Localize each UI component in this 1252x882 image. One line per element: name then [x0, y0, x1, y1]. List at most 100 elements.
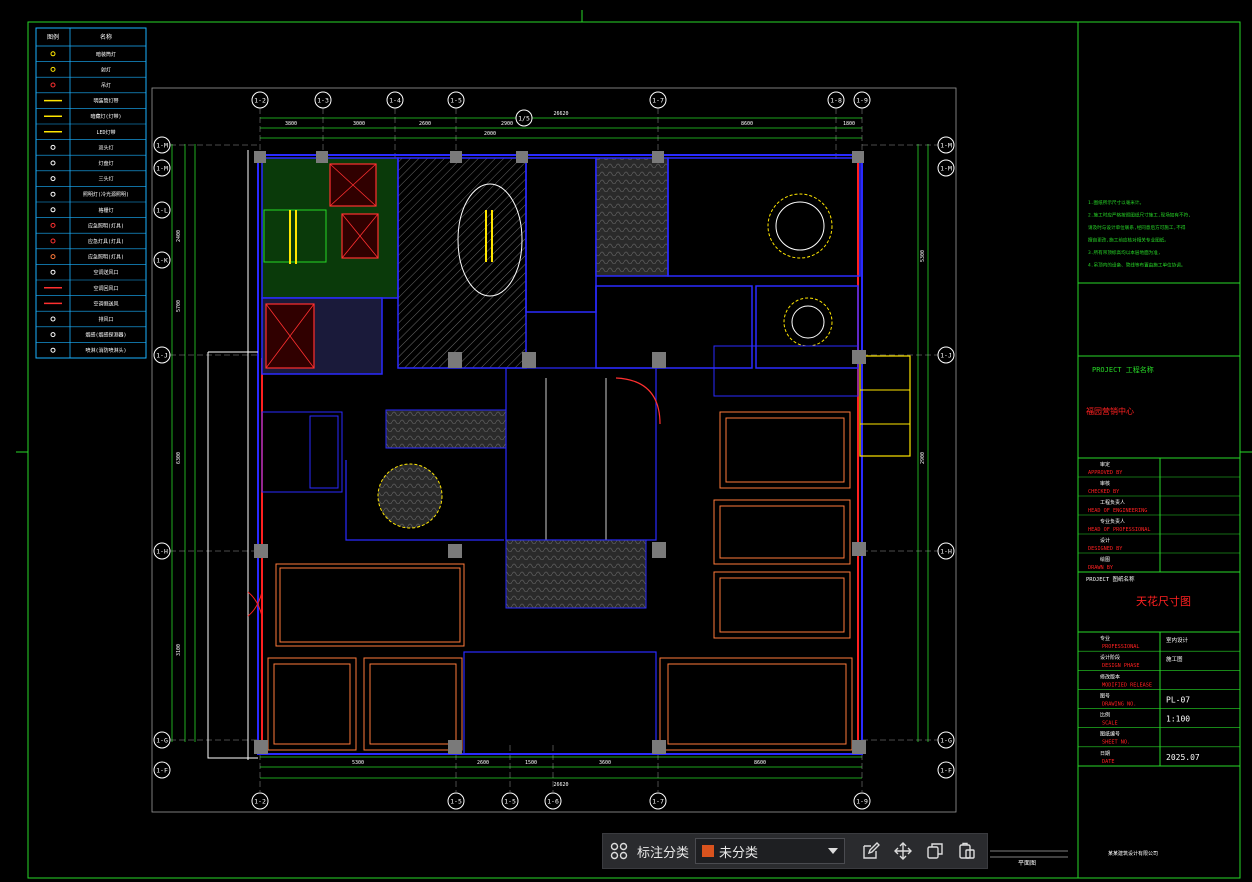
- sign-label-cn: 绘图: [1100, 556, 1110, 563]
- drawing-label: PROJECT 图纸名称: [1086, 575, 1135, 583]
- legend-row-label: 烟感(烟感探测器): [85, 332, 126, 339]
- annotation-toolbar: 标注分类 未分类: [602, 833, 988, 869]
- grid-axis-label: 1-M: [940, 165, 952, 173]
- design-note: 4.吊顶内的设备、管线等布置由施工单位协调。: [1088, 262, 1185, 269]
- info-value: 2025.07: [1166, 753, 1200, 762]
- grid-axis-label: 1-4: [389, 97, 401, 105]
- dimension-label: 1800: [843, 121, 855, 127]
- sign-label-cn: 审定: [1100, 461, 1110, 468]
- grid-axis-label: 1-F: [940, 767, 952, 775]
- info-label-cn: 图号: [1100, 693, 1110, 699]
- legend-row-label: 排风口: [98, 316, 113, 323]
- grid-view-icon[interactable]: [603, 835, 635, 867]
- sign-label-en: APPROVED BY: [1088, 470, 1123, 476]
- category-select[interactable]: 未分类: [695, 838, 846, 864]
- legend-row-label: 应急照明(灯具): [88, 222, 124, 229]
- dimension-label: 5300: [352, 760, 364, 766]
- legend-row-label: 格栅灯: [98, 207, 113, 214]
- dimension-label: 2000: [484, 131, 496, 137]
- bottom-note: 平面图: [1018, 860, 1036, 867]
- legend-row-label: LED灯带: [96, 129, 115, 136]
- grid-axis-label: 1-7: [652, 97, 664, 105]
- sign-label-en: CHECKED BY: [1088, 489, 1120, 495]
- category-color-swatch: [702, 845, 715, 857]
- info-value: PL-07: [1166, 695, 1190, 704]
- title-footer: 某某建筑设计有限公司: [1108, 850, 1158, 857]
- sign-label-en: DESIGNED BY: [1088, 546, 1123, 552]
- legend-row-label: 空调侧送风: [93, 300, 118, 307]
- category-selected-value: 未分类: [719, 845, 759, 861]
- sign-label-cn: 审核: [1100, 480, 1110, 487]
- info-label-cn: 图纸编号: [1100, 731, 1120, 738]
- info-value: 室内设计: [1166, 636, 1189, 644]
- info-label-en: SHEET NO.: [1102, 740, 1130, 746]
- dimension-label: 1500: [525, 760, 537, 766]
- sign-label-cn: 工程负责人: [1100, 499, 1125, 506]
- dimension-label: 3100: [176, 644, 182, 656]
- sign-label-en: HEAD OF ENGINEERING: [1088, 508, 1147, 514]
- move-icon[interactable]: [887, 835, 919, 867]
- design-note: 2.施工时应严格按照图纸尺寸施工,现场如有不符,: [1088, 212, 1191, 219]
- project-name: 福园营销中心: [1086, 406, 1134, 416]
- dimension-label: 2600: [419, 121, 431, 127]
- grid-axis-label: 1-H: [940, 548, 952, 556]
- chevron-down-icon: [828, 848, 839, 854]
- edit-icon[interactable]: [855, 835, 887, 867]
- sign-label-en: DRAWN BY: [1088, 565, 1114, 571]
- dimension-label: 5700: [176, 300, 182, 312]
- dimension-label: 2900: [501, 121, 513, 127]
- legend-row-label: 灯盘灯: [98, 160, 113, 167]
- legend-row-label: 应急灯具(灯具): [88, 238, 124, 245]
- dimension-label: 6300: [176, 452, 182, 464]
- info-label-en: SCALE: [1102, 721, 1118, 727]
- grid-axis-label: 1-J: [156, 352, 168, 360]
- legend-row-label: 空调送风口: [93, 269, 118, 276]
- grid-axis-label: 1-M: [156, 165, 168, 173]
- info-value: 1:100: [1166, 715, 1190, 724]
- info-label-en: PROFESSIONAL: [1102, 644, 1139, 650]
- sign-label-en: HEAD OF PROFESSIONAL: [1088, 527, 1150, 533]
- project-label: PROJECT 工程名称: [1092, 365, 1154, 374]
- legend-row-label: 暗装筒灯: [96, 51, 116, 58]
- design-note: 1.图纸所示尺寸以毫米计。: [1088, 199, 1144, 206]
- grid-axis-label: 1-5: [450, 798, 462, 806]
- dimension-label: 3600: [599, 760, 611, 766]
- dimension-label: 26620: [553, 782, 568, 788]
- dimension-label: 26620: [553, 111, 568, 117]
- grid-axis-label: 1-L: [156, 207, 168, 215]
- grid-axis-label: 1-J: [940, 352, 952, 360]
- grid-axis-label: 1-F: [156, 767, 168, 775]
- legend-row-label: 空调回风口: [93, 285, 118, 292]
- grid-axis-label: 1-5: [504, 798, 516, 806]
- dimension-label: 3000: [353, 121, 365, 127]
- grid-axis-label: 1-5: [450, 97, 462, 105]
- design-note: 擅自更改,施工前应核对相关专业图纸。: [1088, 237, 1169, 244]
- legend-row-label: 照明灯(冷光源照明): [83, 191, 129, 198]
- grid-axis-label: 1/5: [518, 115, 530, 123]
- grid-axis-label: 1-M: [940, 142, 952, 150]
- floor-plan: 26620 3800 3000 2600 2900 8600 1800 2000 5300 260…: [153, 91, 955, 810]
- copy-icon[interactable]: [919, 835, 951, 867]
- grid-axis-label: 1-8: [830, 97, 842, 105]
- drawing-canvas[interactable]: 图例 名称 暗装筒灯射灯吊灯明装筒灯带暗藏灯(灯带) LED灯带双头灯灯盘灯三头灯…: [0, 0, 1252, 882]
- grid-axis-label: 1-G: [940, 737, 952, 745]
- info-label-cn: 日期: [1100, 751, 1110, 757]
- grid-axis-label: 1-K: [156, 257, 168, 265]
- sign-label-cn: 设计: [1100, 537, 1110, 544]
- grid-axis-label: 1-3: [317, 97, 329, 105]
- legend-row-label: 射灯: [101, 66, 111, 73]
- grid-axis-label: 1-H: [156, 548, 168, 556]
- grid-axis-label: 1-6: [547, 798, 559, 806]
- drawing-name: 天花尺寸图: [1136, 594, 1191, 608]
- legend-table: 图例 名称 暗装筒灯射灯吊灯明装筒灯带暗藏灯(灯带) LED灯带双头灯灯盘灯三头灯…: [35, 27, 147, 359]
- dimension-label: 8600: [754, 760, 766, 766]
- grid-axis-label: 1-9: [856, 798, 868, 806]
- legend-row-label: 暗藏灯(灯带): [90, 113, 121, 120]
- dimension-label: 2400: [176, 230, 182, 242]
- legend-row-label: 吊灯: [101, 82, 111, 89]
- legend-header-icon: 图例: [47, 33, 59, 41]
- paste-icon[interactable]: [951, 835, 983, 867]
- legend-header-name: 名称: [100, 33, 112, 41]
- category-label: 标注分类: [637, 845, 690, 861]
- design-note: 请及时与设计单位联系,经同意后方可施工,不得: [1088, 224, 1186, 231]
